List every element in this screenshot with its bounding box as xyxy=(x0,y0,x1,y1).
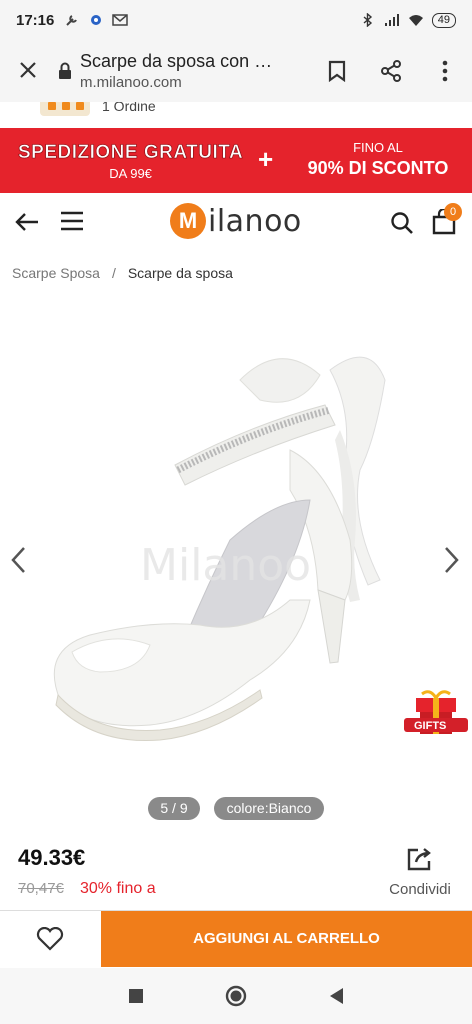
wifi-icon xyxy=(408,15,423,26)
share-page-button[interactable] xyxy=(364,59,418,83)
logo-text: ilanoo xyxy=(208,203,302,239)
recents-square-icon[interactable] xyxy=(128,988,144,1004)
mail-icon xyxy=(112,14,129,26)
wishlist-button[interactable] xyxy=(0,911,100,967)
breadcrumb-separator: / xyxy=(111,265,116,281)
settings-wrench-icon xyxy=(66,15,78,26)
clock: 17:16 xyxy=(16,11,55,29)
browser-toolbar: Scarpe da sposa con … m.milanoo.com xyxy=(0,40,472,102)
breadcrumb: Scarpe Sposa / Scarpe da sposa xyxy=(12,265,233,281)
order-thumbnail xyxy=(40,102,90,116)
back-button[interactable] xyxy=(14,211,40,238)
gift-box-icon xyxy=(404,690,468,734)
home-circle-icon[interactable] xyxy=(224,984,248,1008)
bookmark-icon xyxy=(328,60,346,82)
share-nodes-icon xyxy=(381,60,401,82)
cart-button[interactable]: 0 xyxy=(432,203,462,240)
original-price: 70,47€ xyxy=(18,880,64,897)
system-nav-bar xyxy=(0,968,472,1024)
share-label: Condividi xyxy=(389,881,451,898)
lock-icon xyxy=(59,62,71,79)
promo-up-to: FINO AL xyxy=(353,140,403,155)
url-field[interactable]: Scarpe da sposa con … m.milanoo.com xyxy=(80,51,310,91)
search-icon xyxy=(391,212,413,234)
chevron-left-icon xyxy=(11,547,25,573)
gifts-button[interactable]: GIFTS xyxy=(402,688,470,740)
free-shipping-text: SPEDIZIONE GRATUITA xyxy=(18,142,244,164)
notification-icons xyxy=(64,13,129,27)
app-notification-icon xyxy=(91,15,102,25)
bookmark-button[interactable] xyxy=(310,60,364,82)
breadcrumb-current[interactable]: Scarpe da sposa xyxy=(128,265,233,281)
gifts-label: GIFTS xyxy=(414,720,447,732)
cart-count-badge: 0 xyxy=(444,203,462,221)
share-arrow-icon xyxy=(407,848,431,871)
search-button[interactable] xyxy=(390,211,414,240)
chevron-right-icon xyxy=(445,547,459,573)
back-triangle-icon[interactable] xyxy=(328,987,344,1005)
more-vertical-icon xyxy=(442,60,448,82)
share-button[interactable]: Condividi xyxy=(384,846,456,898)
promo-banner[interactable]: SPEDIZIONE GRATUITA DA 99€ + FINO AL 90%… xyxy=(0,128,472,193)
overflow-menu-button[interactable] xyxy=(418,60,472,82)
bottom-action-bar: AGGIUNGI AL CARRELLO xyxy=(0,910,472,967)
order-notice-text: 1 Ordine xyxy=(102,102,156,114)
menu-button[interactable] xyxy=(60,211,84,236)
breadcrumb-link[interactable]: Scarpe Sposa xyxy=(12,265,100,281)
gallery-counter: 5 / 9 xyxy=(148,797,200,820)
close-tab-button[interactable] xyxy=(0,56,56,87)
hamburger-icon xyxy=(61,211,83,231)
milanoo-logo[interactable]: M ilanoo xyxy=(170,203,302,239)
promo-discount: 90% DI SCONTO xyxy=(307,158,449,178)
gallery-prev-button[interactable] xyxy=(8,545,30,580)
color-badge: colore:Bianco xyxy=(214,797,324,820)
heart-icon xyxy=(36,927,64,951)
order-notice-strip: 1 Ordine xyxy=(0,102,472,128)
arrow-left-icon xyxy=(15,213,38,231)
svg-text:Milanoo: Milanoo xyxy=(140,540,311,591)
discount-label: 30% fino a xyxy=(80,880,156,897)
current-price: 49.33€ xyxy=(18,845,86,870)
battery-indicator: 49 xyxy=(431,12,456,28)
add-to-cart-button[interactable]: AGGIUNGI AL CARRELLO xyxy=(101,911,472,967)
page-title: Scarpe da sposa con … xyxy=(80,51,273,71)
close-icon xyxy=(20,61,36,78)
promo-plus: + xyxy=(258,144,274,174)
bluetooth-icon xyxy=(363,13,372,27)
site-header: M ilanoo 0 xyxy=(0,193,472,251)
gallery-next-button[interactable] xyxy=(440,545,462,580)
page-domain: m.milanoo.com xyxy=(80,74,182,91)
status-bar: 17:16 49 xyxy=(0,0,472,40)
free-shipping-threshold: DA 99€ xyxy=(109,166,152,181)
logo-m-badge: M xyxy=(170,203,206,239)
signal-icon xyxy=(384,14,399,26)
